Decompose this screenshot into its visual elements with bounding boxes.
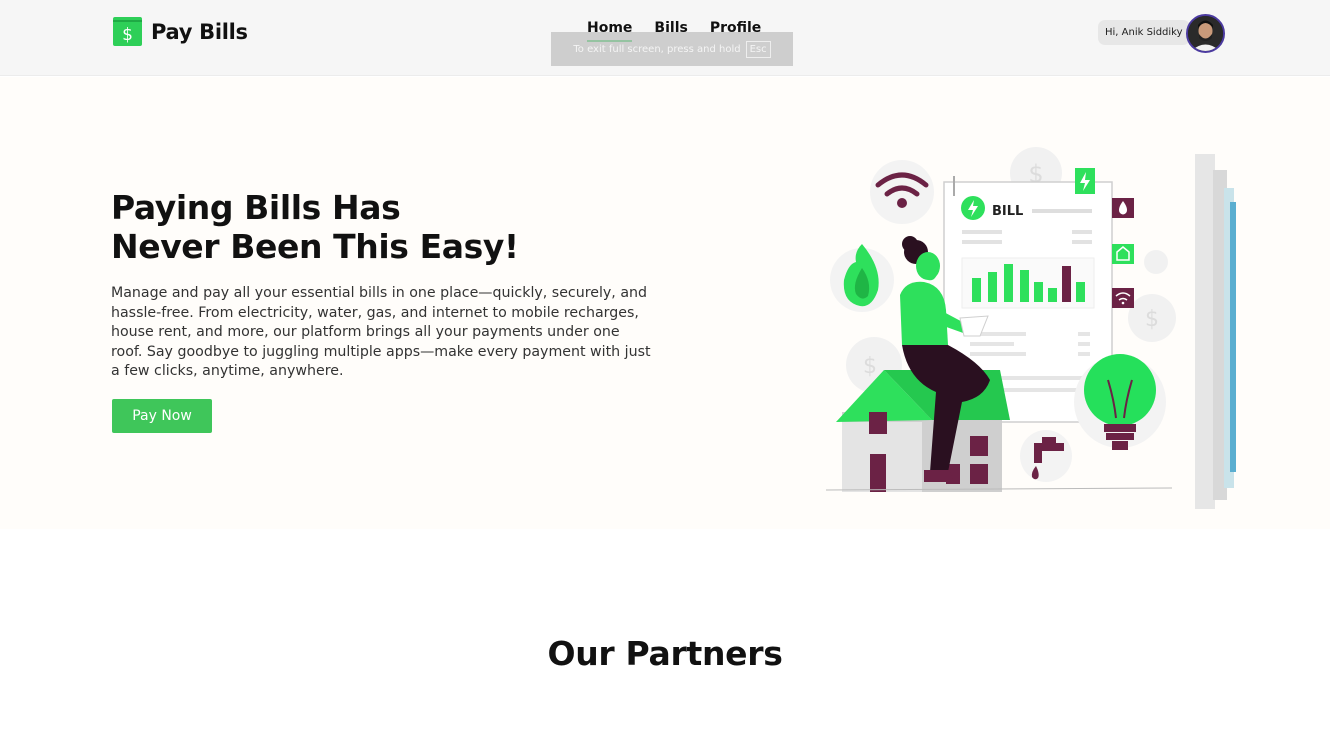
bill-label: BILL xyxy=(992,204,1023,219)
wifi-small-icon xyxy=(1112,288,1134,308)
svg-text:$: $ xyxy=(863,354,877,379)
fullscreen-hint-text: To exit full screen, press and hold xyxy=(573,43,741,55)
paper-stack-graphic xyxy=(1195,154,1236,509)
brand-name: Pay Bills xyxy=(151,19,248,44)
hero-title-line2: Never Been This Easy! xyxy=(111,227,519,266)
svg-text:$: $ xyxy=(122,25,133,45)
partners-section-title: Our Partners xyxy=(547,634,783,673)
lightning-icon xyxy=(1075,168,1095,194)
top-navbar: $ Pay Bills Home Bills Profile To exit f… xyxy=(0,0,1330,76)
svg-text:$: $ xyxy=(1145,307,1159,332)
fullscreen-exit-hint: To exit full screen, press and hold Esc xyxy=(551,32,793,66)
bill-payment-illustration: $ $ $ BILL xyxy=(825,147,1236,509)
hero-title-line1: Paying Bills Has xyxy=(111,188,401,227)
esc-key-label: Esc xyxy=(745,40,771,58)
user-avatar-icon xyxy=(1188,16,1223,51)
dollar-wallet-icon: $ xyxy=(113,17,142,46)
coin-icon xyxy=(1144,250,1168,274)
water-drop-icon xyxy=(1112,198,1134,218)
user-avatar[interactable] xyxy=(1186,14,1225,53)
gas-flame-icon xyxy=(830,244,894,312)
user-greeting: Hi, Anik Siddiky xyxy=(1098,20,1190,45)
house-small-icon xyxy=(1112,244,1134,264)
wifi-icon xyxy=(870,160,934,224)
hero-description: Manage and pay all your essential bills … xyxy=(111,285,651,379)
brand-logo-link[interactable]: $ Pay Bills xyxy=(113,17,248,46)
hero-title: Paying Bills Has Never Been This Easy! xyxy=(111,188,519,266)
water-faucet-icon xyxy=(1020,430,1072,482)
pay-now-button[interactable]: Pay Now xyxy=(112,399,212,433)
